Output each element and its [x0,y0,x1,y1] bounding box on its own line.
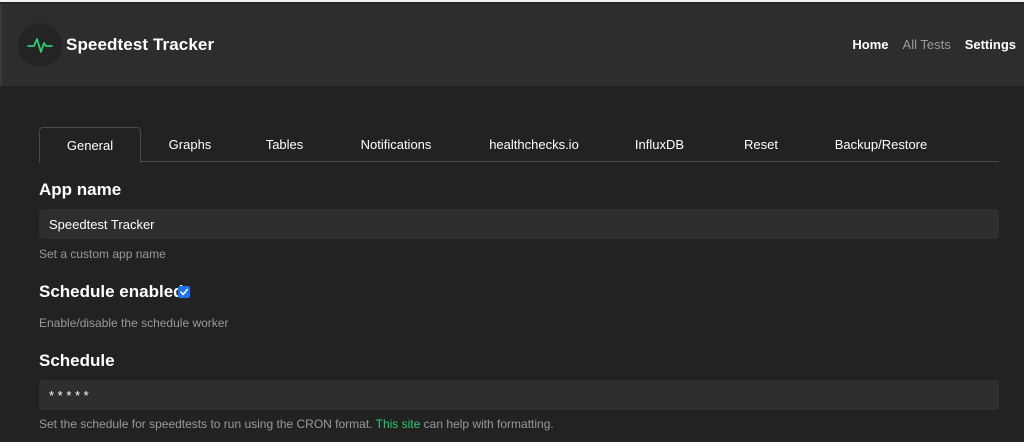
nav-links: Home All Tests Settings [852,37,1016,52]
nav-home[interactable]: Home [852,37,888,52]
schedule-help: Set the schedule for speedtests to run u… [39,417,554,431]
app-name-input[interactable] [39,209,999,239]
tab-notifications[interactable]: Notifications [330,127,462,162]
check-icon [180,288,188,296]
schedule-enabled-title: Schedule enabled [39,282,184,301]
settings-page: Speedtest Tracker Home All Tests Setting… [0,0,1024,442]
app-name-help: Set a custom app name [39,247,166,261]
schedule-help-prefix: Set the schedule for speedtests to run u… [39,417,376,431]
schedule-help-suffix: can help with formatting. [420,417,554,431]
schedule-input[interactable] [39,380,999,410]
tab-tables[interactable]: Tables [239,127,330,162]
nav-all-tests[interactable]: All Tests [903,37,951,52]
pulse-icon [18,23,62,67]
tab-graphs[interactable]: Graphs [141,127,239,162]
tab-backup-restore[interactable]: Backup/Restore [809,127,953,162]
brand-title: Speedtest Tracker [66,35,215,54]
cron-help-link[interactable]: This site [376,417,421,431]
top-navbar: Speedtest Tracker Home All Tests Setting… [0,4,1024,86]
brand[interactable]: Speedtest Tracker [18,23,214,67]
tab-healthchecks[interactable]: healthchecks.io [462,127,606,162]
app-name-title: App name [39,180,122,199]
tab-general[interactable]: General [39,127,141,163]
schedule-enabled-help: Enable/disable the schedule worker [39,316,229,330]
tab-reset[interactable]: Reset [713,127,809,162]
settings-tabs: General Graphs Tables Notifications heal… [39,127,999,163]
schedule-title: Schedule [39,351,115,370]
schedule-enabled-checkbox[interactable] [178,286,190,298]
nav-settings[interactable]: Settings [965,37,1016,52]
tab-influxdb[interactable]: InfluxDB [606,127,713,162]
